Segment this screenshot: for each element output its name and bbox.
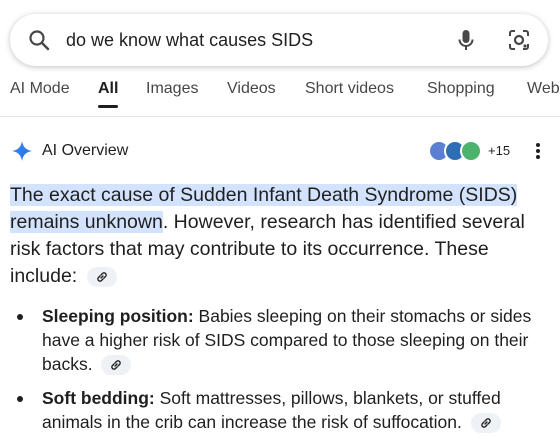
ai-sparkle-icon (12, 141, 32, 161)
link-icon (481, 418, 491, 429)
sources-count[interactable]: +15 (488, 143, 510, 158)
search-input[interactable]: do we know what causes SIDS (66, 14, 313, 66)
tab-shopping[interactable]: Shopping (427, 80, 495, 98)
tab-web[interactable]: Web (527, 80, 560, 98)
tab-all[interactable]: All (98, 80, 118, 98)
mic-icon[interactable] (454, 28, 478, 52)
search-tabs: AI Mode All Images Videos Short videos S… (0, 72, 560, 112)
citation-link[interactable] (101, 355, 132, 376)
list-item: Sleeping position: Babies sleeping on th… (10, 304, 550, 376)
bullet-dot (17, 314, 23, 320)
search-bar[interactable]: do we know what causes SIDS (10, 14, 548, 66)
list-item: Soft bedding: Soft mattresses, pillows, … (10, 386, 550, 434)
tab-ai-mode[interactable]: AI Mode (10, 80, 70, 98)
search-icon[interactable] (27, 28, 51, 52)
tabs-divider (0, 116, 560, 117)
ai-overview-header: AI Overview +15 (0, 136, 560, 166)
citation-link[interactable] (470, 413, 501, 434)
source-avatars[interactable] (428, 140, 488, 162)
citation-link[interactable] (86, 266, 117, 287)
more-vert-icon[interactable] (532, 140, 544, 162)
tab-videos[interactable]: Videos (227, 80, 276, 98)
source-avatar[interactable] (460, 140, 482, 162)
bullet-dot (17, 396, 23, 402)
lens-icon[interactable] (507, 28, 531, 52)
bullet-term: Soft bedding: (42, 388, 155, 408)
bullet-term: Sleeping position: (42, 306, 194, 326)
link-icon (96, 272, 107, 282)
active-tab-indicator (98, 105, 118, 108)
ai-overview-title: AI Overview (42, 142, 129, 159)
tab-images[interactable]: Images (146, 80, 198, 98)
link-icon (111, 360, 122, 371)
tab-short-videos[interactable]: Short videos (305, 80, 394, 98)
ai-overview-intro: The exact cause of Sudden Infant Death S… (10, 182, 550, 290)
